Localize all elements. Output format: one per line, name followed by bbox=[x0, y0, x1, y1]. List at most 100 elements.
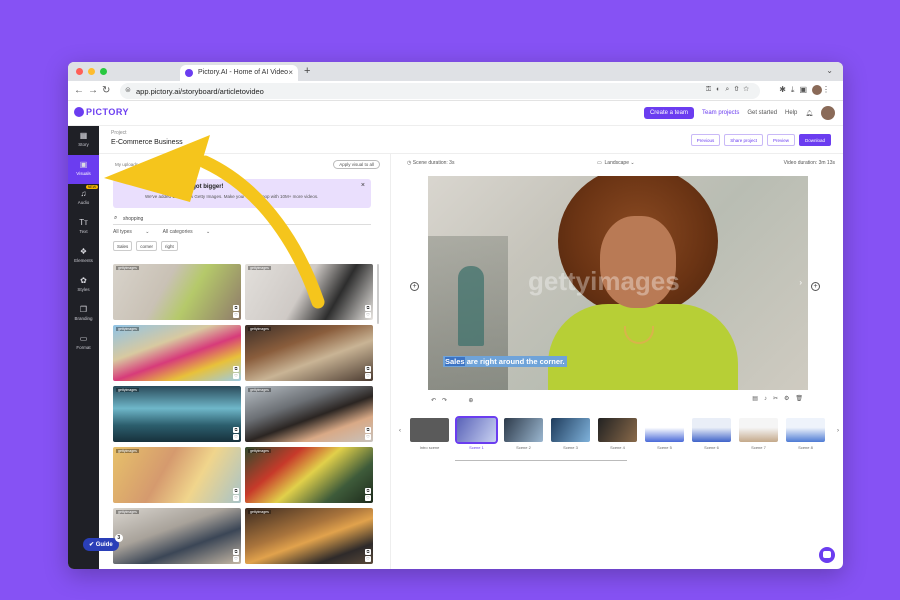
undo-icon[interactable]: ↶ bbox=[431, 398, 442, 404]
visuals-scrollbar[interactable] bbox=[377, 264, 379, 324]
keyword-chip[interactable]: right bbox=[161, 241, 178, 251]
visual-thumbnail[interactable]: gettyimages ⧉ ♡ bbox=[113, 447, 241, 503]
visual-thumbnail[interactable]: gettyimages ⧉ ♡ bbox=[245, 508, 373, 564]
site-info-icon[interactable]: ⊜ bbox=[125, 86, 131, 94]
favorite-heart-icon[interactable]: ♡ bbox=[365, 495, 371, 501]
help-link[interactable]: Help bbox=[785, 110, 797, 116]
keyword-chip[interactable]: Sales bbox=[113, 241, 133, 251]
video-caption[interactable]: Sales are right around the corner. bbox=[443, 356, 567, 367]
close-banner-icon[interactable]: × bbox=[361, 182, 365, 189]
favorite-heart-icon[interactable]: ♡ bbox=[233, 434, 239, 440]
favorite-heart-icon[interactable]: ♡ bbox=[365, 556, 371, 562]
add-scene-after-icon[interactable]: + bbox=[811, 282, 820, 291]
favorite-heart-icon[interactable]: ♡ bbox=[365, 434, 371, 440]
my-uploads-tab[interactable]: My uploads bbox=[115, 162, 138, 167]
video-preview[interactable]: gettyimages Sales are right around the c… bbox=[428, 176, 808, 390]
add-layer-icon[interactable]: ⊕ bbox=[468, 398, 479, 404]
preview-button[interactable]: Preview bbox=[766, 134, 795, 146]
scene-thumbnail[interactable]: Scene 8 bbox=[786, 418, 825, 450]
category-select[interactable]: All categories ⌄ bbox=[163, 229, 211, 235]
preview-icon[interactable]: ⧉ bbox=[365, 366, 371, 372]
favorite-heart-icon[interactable]: ♡ bbox=[233, 312, 239, 318]
microphone-icon[interactable]: ♪ bbox=[764, 396, 773, 402]
favorite-heart-icon[interactable]: ♡ bbox=[365, 312, 371, 318]
user-avatar[interactable] bbox=[821, 106, 835, 120]
visual-thumbnail[interactable]: gettyimages ⧉ ♡ bbox=[245, 386, 373, 442]
favorite-heart-icon[interactable]: ♡ bbox=[233, 495, 239, 501]
pictory-logo[interactable]: PICTORY bbox=[74, 107, 129, 117]
scene-thumbnail[interactable]: Scene 7 bbox=[739, 418, 778, 450]
team-projects-link[interactable]: Team projects bbox=[702, 110, 739, 116]
new-tab-button[interactable]: + bbox=[304, 65, 310, 77]
preview-icon[interactable]: ⧉ bbox=[233, 549, 239, 555]
preview-icon[interactable]: ⧉ bbox=[365, 488, 371, 494]
visual-thumbnail[interactable]: gettyimages ⧉ ♡ bbox=[245, 325, 373, 381]
chat-support-icon[interactable] bbox=[819, 547, 835, 563]
sidebar-item-story[interactable]: ▦ Story bbox=[68, 126, 99, 155]
add-scene-before-icon[interactable]: + bbox=[410, 282, 419, 291]
visual-thumbnail[interactable]: gettyimages ⧉ ♡ bbox=[113, 325, 241, 381]
forward-arrow-icon[interactable]: → bbox=[88, 85, 98, 96]
scene-thumbnail[interactable]: Scene 3 bbox=[551, 418, 590, 450]
favorites-heart-icon[interactable]: ♥ bbox=[161, 162, 164, 167]
close-tab-icon[interactable]: × bbox=[288, 68, 293, 77]
project-name[interactable]: E-Commerce Business bbox=[111, 139, 183, 146]
preview-icon[interactable]: ⧉ bbox=[233, 305, 239, 311]
cut-icon[interactable]: ✂ bbox=[773, 396, 784, 402]
preview-icon[interactable]: ⧉ bbox=[365, 305, 371, 311]
timeline-scroll-track[interactable] bbox=[455, 460, 627, 461]
get-started-link[interactable]: Get started bbox=[747, 110, 777, 116]
orientation-select[interactable]: ▭ Landscape ⌄ bbox=[597, 160, 635, 166]
url-field[interactable]: ⊜ app.pictory.ai/storyboard/articletovid… bbox=[120, 83, 760, 99]
share-project-button[interactable]: Share project bbox=[724, 134, 763, 146]
close-window-button[interactable] bbox=[76, 68, 83, 75]
timeline-left-chevron-icon[interactable]: ‹ bbox=[399, 428, 401, 434]
visual-thumbnail[interactable]: gettyimages ⧉ ♡ bbox=[113, 386, 241, 442]
visual-thumbnail[interactable]: gettyimages ⧉ ♡ bbox=[245, 447, 373, 503]
tab-search-chevron-icon[interactable]: ⌄ bbox=[826, 66, 833, 75]
timeline-right-chevron-icon[interactable]: › bbox=[837, 428, 839, 434]
favorite-heart-icon[interactable]: ♡ bbox=[233, 373, 239, 379]
caption-icon[interactable]: ▤ bbox=[752, 396, 764, 402]
settings-icon[interactable]: ⚙ bbox=[784, 396, 795, 402]
sidebar-item-format[interactable]: ▭ Format bbox=[68, 329, 99, 358]
extensions-icon[interactable]: ✱ bbox=[779, 85, 791, 94]
sidebar-item-elements[interactable]: ❖ Elements bbox=[68, 242, 99, 271]
guide-button[interactable]: ✔ Guide 3 bbox=[83, 534, 123, 551]
preview-icon[interactable]: ⧉ bbox=[233, 488, 239, 494]
scene-thumbnail[interactable]: Scene 6 bbox=[692, 418, 731, 450]
next-visual-chevron-icon[interactable]: › bbox=[799, 278, 802, 287]
scene-thumbnail[interactable]: Scene 2 bbox=[504, 418, 543, 450]
favorite-heart-icon[interactable]: ♡ bbox=[365, 373, 371, 379]
create-team-button[interactable]: Create a team bbox=[643, 107, 694, 119]
browser-tab[interactable]: Pictory.AI - Home of AI Video × bbox=[180, 65, 298, 81]
browser-menu-icon[interactable]: ⋮ bbox=[822, 85, 835, 94]
maximize-window-button[interactable] bbox=[100, 68, 107, 75]
minimize-window-button[interactable] bbox=[88, 68, 95, 75]
delete-icon[interactable]: 🗑︎ bbox=[795, 396, 809, 402]
recent-tab[interactable]: Recent bbox=[143, 162, 157, 167]
keyword-chip[interactable]: corner bbox=[136, 241, 158, 251]
sidebar-item-styles[interactable]: ✿ Styles bbox=[68, 271, 99, 300]
visual-thumbnail[interactable]: gettyimages ⧉ ♡ bbox=[113, 508, 241, 564]
sidepanel-icon[interactable]: ▣ bbox=[799, 85, 812, 94]
preview-icon[interactable]: ⧉ bbox=[233, 427, 239, 433]
sidebar-item-visuals[interactable]: ▣ Visuals bbox=[68, 155, 99, 184]
preview-icon[interactable]: ⧉ bbox=[365, 549, 371, 555]
type-select[interactable]: All types ⌄ bbox=[113, 229, 150, 235]
scene-thumbnail[interactable]: Scene 5 bbox=[645, 418, 684, 450]
visual-thumbnail[interactable]: gettyimages ⧉ ♡ bbox=[245, 264, 373, 320]
visual-thumbnail[interactable]: gettyimages ⧉ ♡ bbox=[113, 264, 241, 320]
previous-button[interactable]: Previous bbox=[690, 134, 721, 146]
scene-thumbnail[interactable]: Scene 1 bbox=[455, 416, 498, 450]
sidebar-item-text[interactable]: Tт Text bbox=[68, 213, 99, 242]
redo-icon[interactable]: ↷ bbox=[442, 398, 453, 404]
scene-thumbnail[interactable]: Intro scene bbox=[410, 418, 449, 450]
profile-avatar[interactable] bbox=[812, 85, 822, 95]
notification-bell-icon[interactable]: 🔔︎ bbox=[805, 110, 813, 117]
back-arrow-icon[interactable]: ← bbox=[74, 85, 84, 96]
reload-icon[interactable]: ↻ bbox=[102, 85, 110, 96]
preview-icon[interactable]: ⧉ bbox=[233, 366, 239, 372]
download-button[interactable]: Download bbox=[798, 134, 831, 146]
omnibox-action-icons[interactable]: ⚿◐⌕⇧☆ bbox=[706, 86, 754, 94]
